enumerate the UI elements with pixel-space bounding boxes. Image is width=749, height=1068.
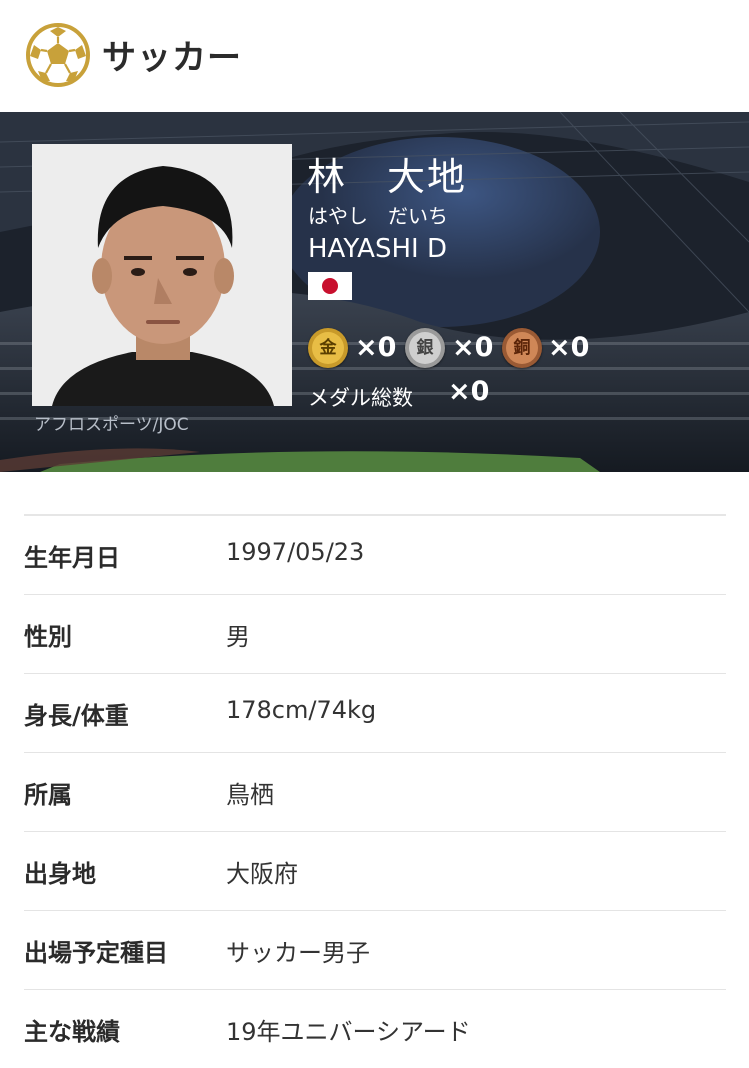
profile-value: 178cm/74kg xyxy=(226,696,377,724)
profile-label: 生年月日 xyxy=(24,544,120,572)
profile-table: 生年月日 1997/05/23 性別 男 身長/体重 178cm/74kg 所属… xyxy=(24,514,726,1068)
medal-total-label: メダル総数 xyxy=(308,386,413,410)
profile-label: 性別 xyxy=(24,623,72,651)
gold-medal-label: 金 xyxy=(312,332,344,364)
bronze-medal-label: 銅 xyxy=(506,332,538,364)
gold-medal-count: ×0 xyxy=(355,332,397,363)
profile-row-birthdate: 生年月日 1997/05/23 xyxy=(24,514,726,594)
silver-medal-count: ×0 xyxy=(452,332,494,363)
soccer-ball-icon xyxy=(26,23,90,87)
gold-medal-icon: 金 xyxy=(308,328,348,368)
athlete-name-kanji: 林 大地 xyxy=(307,155,468,199)
profile-label: 出場予定種目 xyxy=(24,939,168,967)
profile-value: サッカー男子 xyxy=(226,939,370,967)
profile-row-height-weight: 身長/体重 178cm/74kg xyxy=(24,673,726,752)
athlete-photo xyxy=(32,144,292,406)
profile-label: 所属 xyxy=(24,781,72,809)
medal-total-count: ×0 xyxy=(448,376,490,407)
profile-label: 主な戦績 xyxy=(24,1018,120,1046)
profile-value: 鳥栖 xyxy=(226,781,274,809)
profile-value: 大阪府 xyxy=(226,860,298,888)
profile-row-results: 主な戦績 19年ユニバーシアード xyxy=(24,989,726,1068)
profile-label: 身長/体重 xyxy=(24,702,129,730)
page-header: サッカー xyxy=(0,0,749,112)
profile-row-affiliation: 所属 鳥栖 xyxy=(24,752,726,831)
silver-medal-label: 銀 xyxy=(409,332,441,364)
athlete-portrait-image xyxy=(32,144,292,406)
profile-value: 19年ユニバーシアード xyxy=(226,1018,471,1046)
profile-row-hometown: 出身地 大阪府 xyxy=(24,831,726,910)
profile-value: 1997/05/23 xyxy=(226,538,365,566)
profile-value: 男 xyxy=(226,623,250,651)
athlete-name-kana: はやし だいち xyxy=(308,204,448,228)
photo-credit: アフロスポーツ/JOC xyxy=(34,415,189,435)
athlete-name-roman: HAYASHI D xyxy=(308,234,447,264)
profile-label: 出身地 xyxy=(24,860,96,888)
japan-flag-icon xyxy=(308,272,352,300)
sport-title: サッカー xyxy=(102,38,242,78)
bronze-medal-icon: 銅 xyxy=(502,328,542,368)
profile-row-gender: 性別 男 xyxy=(24,594,726,673)
silver-medal-icon: 銀 xyxy=(405,328,445,368)
bronze-medal-count: ×0 xyxy=(548,332,590,363)
profile-row-event: 出場予定種目 サッカー男子 xyxy=(24,910,726,989)
athlete-hero: アフロスポーツ/JOC 林 大地 はやし だいち HAYASHI D 金 ×0 … xyxy=(0,112,749,472)
